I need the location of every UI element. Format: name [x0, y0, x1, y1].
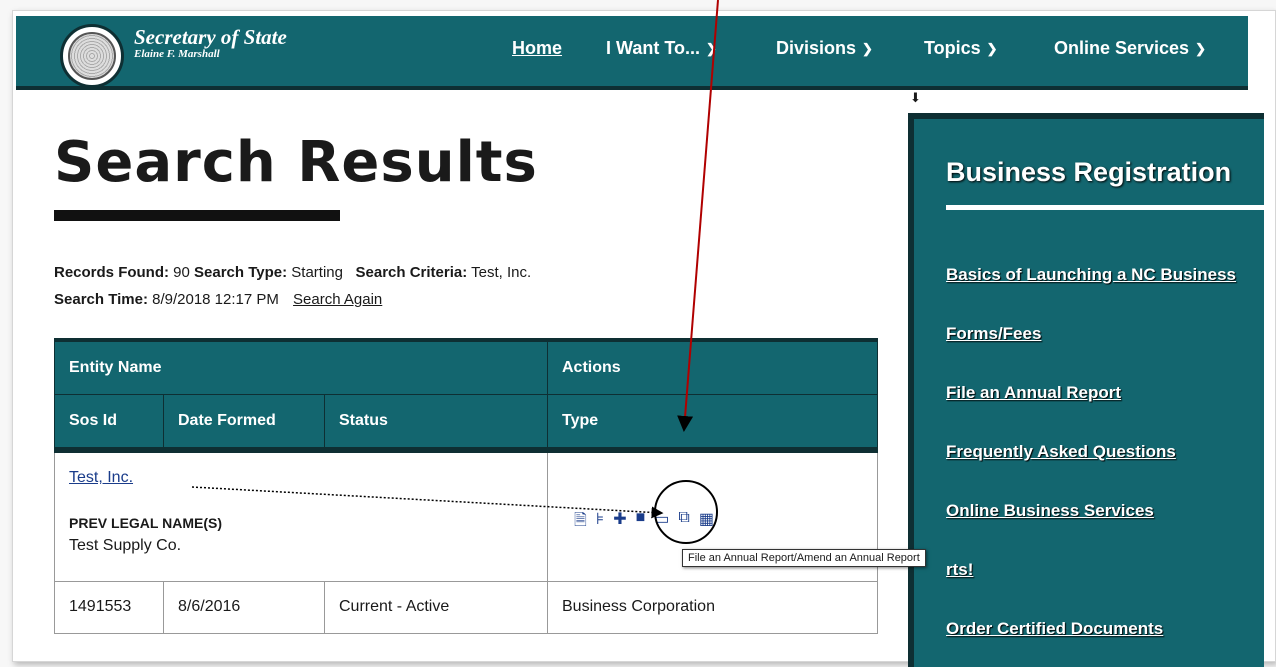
download-icon[interactable]: ⬇	[910, 90, 921, 106]
top-navigation-bar: Secretary of State Elaine F. Marshall Ho…	[16, 16, 1248, 90]
nav-divisions[interactable]: Divisions ❯	[776, 38, 873, 59]
page-title: Search Results	[54, 130, 538, 195]
annual-report-tooltip: File an Annual Report/Amend an Annual Re…	[682, 549, 926, 567]
sidebar-divider	[946, 205, 1266, 210]
sidebar-link-faq[interactable]: Frequently Asked Questions	[946, 442, 1176, 462]
status-cell: Current - Active	[324, 580, 548, 634]
search-criteria-value: Test, Inc.	[471, 264, 532, 281]
search-type-label: Search Type:	[194, 264, 288, 281]
sidebar-link-online-services[interactable]: Online Business Services	[946, 501, 1154, 521]
prev-legal-names-label: PREV LEGAL NAME(S)	[69, 515, 222, 531]
col-type[interactable]: Type	[547, 394, 878, 453]
nav-home[interactable]: Home	[512, 38, 562, 59]
table-header-row-bottom: Sos Id Date Formed Status Type	[54, 394, 878, 453]
sidebar-link-annual-report[interactable]: File an Annual Report	[946, 383, 1121, 403]
sidebar-title: Business Registration	[946, 157, 1232, 187]
col-entity-name[interactable]: Entity Name	[54, 338, 548, 395]
nav-topics-label: Topics	[924, 38, 981, 58]
nav-topics[interactable]: Topics ❯	[924, 38, 998, 59]
chevron-down-icon: ❯	[862, 40, 873, 56]
search-again-link[interactable]: Search Again	[293, 291, 382, 308]
sidebar-link-basics[interactable]: Basics of Launching a NC Business	[946, 265, 1236, 285]
search-time-value: 8/9/2018 12:17 PM	[152, 291, 279, 308]
sos-id-cell: 1491553	[54, 580, 164, 634]
records-label: Records Found:	[54, 264, 169, 281]
nav-i-want-to[interactable]: I Want To... ❯	[606, 38, 717, 59]
brand-subtitle: Elaine F. Marshall	[134, 48, 220, 60]
brand-title: Secretary of State	[134, 25, 287, 49]
folder-icon[interactable]: ■	[636, 509, 646, 536]
highlight-circle	[654, 480, 718, 544]
col-sos-id[interactable]: Sos Id	[54, 394, 164, 453]
nav-home-label: Home	[512, 38, 563, 58]
search-time-label: Search Time:	[54, 291, 148, 308]
search-criteria-label: Search Criteria:	[355, 264, 468, 281]
chevron-down-icon: ❯	[705, 40, 717, 56]
table-header-row-top: Entity Name Actions	[54, 338, 878, 395]
brand: Secretary of State Elaine F. Marshall	[134, 26, 287, 60]
sidebar-link-certified-docs[interactable]: Order Certified Documents	[946, 619, 1163, 639]
nav-divisions-label: Divisions	[776, 38, 857, 58]
nav-i-want-to-label: I Want To...	[606, 38, 700, 58]
col-date-formed[interactable]: Date Formed	[163, 394, 325, 453]
date-formed-cell: 8/6/2016	[163, 580, 325, 634]
results-table: Entity Name Actions Sos Id Date Formed S…	[54, 338, 878, 634]
records-value: 90	[173, 264, 190, 281]
prev-legal-name-value: Test Supply Co.	[69, 537, 182, 554]
sidebar-link-forms-fees[interactable]: Forms/Fees	[946, 324, 1041, 344]
plus-icon[interactable]: ✚	[613, 509, 626, 536]
entity-cell: Test, Inc. PREV LEGAL NAME(S) Test Suppl…	[54, 449, 548, 582]
nav-online-services[interactable]: Online Services ❯	[1054, 38, 1206, 59]
document-icon[interactable]: 🗎	[574, 509, 587, 536]
search-meta-line-2: Search Time: 8/9/2018 12:17 PM Search Ag…	[54, 291, 382, 308]
search-type-value: Starting	[291, 264, 343, 281]
business-registration-sidebar: Business Registration Basics of Launchin…	[908, 113, 1266, 667]
sidebar-link-partial[interactable]: rts!	[946, 560, 973, 580]
col-status[interactable]: Status	[324, 394, 548, 453]
title-underline	[54, 210, 340, 221]
col-actions[interactable]: Actions	[547, 338, 878, 395]
action-icon-group: 🗎 ⊧ ✚ ■ ▭ ⧉ ▦	[574, 509, 863, 536]
state-seal-logo[interactable]	[60, 24, 124, 88]
entity-name-link[interactable]: Test, Inc.	[69, 469, 533, 487]
seal-emblem	[68, 32, 116, 80]
type-cell: Business Corporation	[547, 580, 878, 634]
search-meta-line-1: Records Found: 90 Search Type: Starting …	[54, 264, 531, 281]
filter-icon[interactable]: ⊧	[596, 509, 604, 536]
chevron-down-icon: ❯	[1195, 40, 1206, 56]
nav-online-services-label: Online Services	[1054, 38, 1190, 58]
chevron-down-icon: ❯	[986, 40, 998, 56]
table-row: 1491553 8/6/2016 Current - Active Busine…	[54, 580, 878, 634]
